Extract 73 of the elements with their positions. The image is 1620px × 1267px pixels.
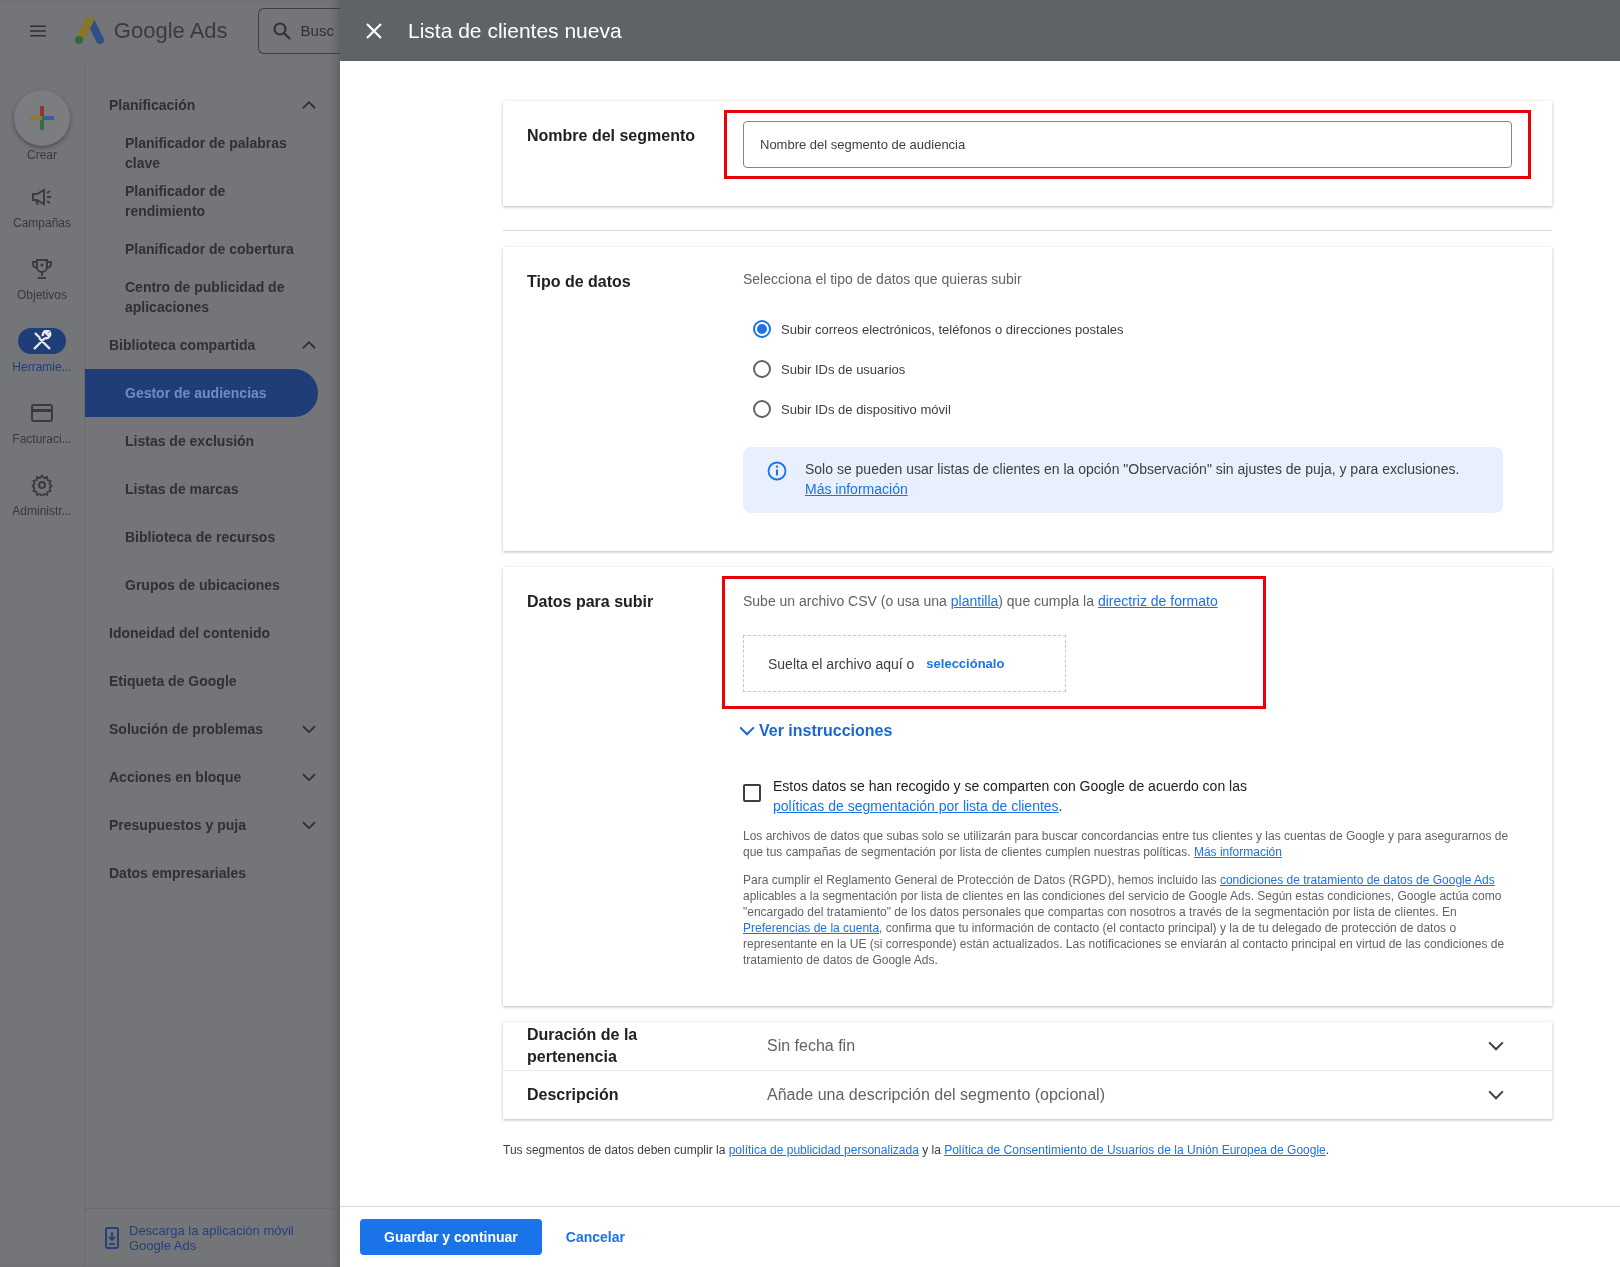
info-text: Solo se pueden usar listas de clientes en la opción "Observación" sin ajustes de puja, y para exclusiones. Más información [805,460,1461,499]
nav-item[interactable]: Idoneidad del contenido [85,609,340,657]
instruction-text: Selecciona el tipo de datos que quieras subir [743,271,1023,287]
policy-link[interactable]: Política de Consentimiento de Usuarios de la Unión Europea de Google [944,1143,1326,1157]
chevron-down-icon[interactable] [1488,1041,1504,1051]
nav-item[interactable]: Solución de problemas [85,705,340,753]
instructions-toggle[interactable]: Ver instrucciones [739,722,893,740]
rail-item[interactable]: Administr... [0,459,85,531]
radio-option[interactable]: Subir IDs de usuarios [743,349,1528,389]
select-file-link[interactable]: selecciónalo [926,656,1005,671]
nav-item[interactable]: Datos empresariales [85,849,340,897]
close-icon [366,22,382,39]
field-label: Datos para subir [527,592,655,612]
inline-link[interactable]: condiciones de tratamiento de datos de Google Ads [1219,873,1495,887]
chevron-up-icon[interactable] [302,340,316,350]
checkbox[interactable] [743,784,761,802]
settings-row[interactable]: Descripción Añade una descripción del segmento (opcional) [503,1070,1552,1119]
megaphone-icon [31,187,53,207]
settings-row[interactable]: Duración de la pertenencia Sin fecha fin [503,1022,1552,1070]
nav-item[interactable]: Planificación [85,81,340,129]
save-continue-button[interactable]: Guardar y continuar [360,1219,542,1255]
nav-item[interactable]: Etiqueta de Google [85,657,340,705]
logo-text: Google Ads [113,17,228,44]
phone-download-icon [105,1227,119,1249]
inline-link[interactable]: plantilla [950,593,999,609]
chevron-down-icon[interactable] [739,726,755,736]
dialog-title: Lista de clientes nueva [408,18,622,43]
legal-paragraph: Para cumplir el Reglamento General de Protección de Datos (RGPD), hemos incluido las condiciones de tratamiento de datos de Google Ads aplicables a la segmentación por lista de clientes en las condiciones del servicio de Google Ads. Según estas condiciones, Google actúa como "encargado del tratamiento" de los datos personales que compartas con nosotros a través de la segmentación por lista de clientes. En Preferencias de la cuenta, confirma que tu información de contacto (el contacto principal) y la de tu delegado de protección de datos o representante en la UE (si corresponde) están actualizados. Las notificaciones se enviarán al contacto principal en virtud de las condiciones de tratamiento de datos de Google Ads. [743,872,1506,968]
settings-icon [31,474,53,496]
policy-note: Tus segmentos de datos deben cumplir la política de publicidad personalizada y la Política de Consentimiento de Usuarios de la Unión Europea de Google. [503,1143,1331,1157]
nav-subitem[interactable]: Planificador de palabras clave [85,129,318,177]
more-info-link[interactable]: Más información [805,481,908,497]
rail-item[interactable]: Herramie... [0,315,85,387]
nav-subitem[interactable]: Listas de marcas [85,465,318,513]
field-label: Nombre del segmento [527,126,697,146]
menu-icon[interactable] [30,23,46,38]
radio-option[interactable]: Subir correos electrónicos, teléfonos o direcciones postales [743,309,1528,349]
nav-subitem[interactable]: Gestor de audiencias [85,369,318,417]
cancel-button[interactable]: Cancelar [557,1221,633,1253]
inline-link[interactable]: Más información [1193,845,1282,859]
nav-item[interactable]: Biblioteca compartida [85,321,340,369]
nav-subitem[interactable]: Centro de publicidad de aplicaciones [85,273,318,321]
consent-text: Estos datos se han recogido y se comparten con Google de acuerdo con las políticas de segmentación por lista de clientes. [773,777,1248,816]
info-icon [767,461,787,481]
instruction-text: Sube un archivo CSV (o usa una plantilla) que cumpla la directriz de formato [743,592,1219,611]
nav-subitem[interactable]: Grupos de ubicaciones [85,561,318,609]
chevron-down-icon[interactable] [1488,1090,1504,1100]
nav-subitem[interactable]: Planificador de cobertura [85,225,318,273]
policy-link[interactable]: políticas de segmentación por lista de clientes [773,798,1059,814]
policy-link[interactable]: política de publicidad personalizada [728,1143,919,1157]
nav-subitem[interactable]: Planificador de rendimiento [85,177,318,225]
rail-item[interactable]: Campañas [0,171,85,243]
nav-item[interactable]: Acciones en bloque [85,753,340,801]
file-drop-zone[interactable]: Suelta el archivo aquí o selecciónalo [743,635,1066,692]
chevron-up-icon[interactable] [302,100,316,110]
field-label: Tipo de datos [527,272,632,292]
rail-item[interactable]: Objetivos [0,243,85,315]
segment-name-field[interactable]: Nombre del segmento de audiencia [743,121,1512,168]
nav-subitem[interactable]: Listas de exclusión [85,417,318,465]
rail-item[interactable]: Facturaci... [0,387,85,459]
download-app-link[interactable]: Descarga la aplicación móvil Google Ads [129,1223,309,1253]
nav-item[interactable]: Presupuestos y puja [85,801,340,849]
create-button[interactable]: Crear [0,81,85,171]
tools-icon [31,330,53,352]
logo-icon [73,16,104,45]
inline-link[interactable]: directriz de formato [1097,593,1218,609]
legal-paragraph: Los archivos de datos que subas solo se utilizarán para buscar concordancias entre tus clientes y las cuentas de Google y para asegurarnos de que tus campañas de segmentación por lista de clientes cumplen nuestras políticas. Más información [743,828,1510,860]
nav-subitem[interactable]: Biblioteca de recursos [85,513,318,561]
trophy-icon [31,258,53,280]
credit-card-icon [31,404,53,422]
radio-option[interactable]: Subir IDs de dispositivo móvil [743,389,1528,429]
search-icon [272,21,291,40]
plus-icon [29,105,55,131]
